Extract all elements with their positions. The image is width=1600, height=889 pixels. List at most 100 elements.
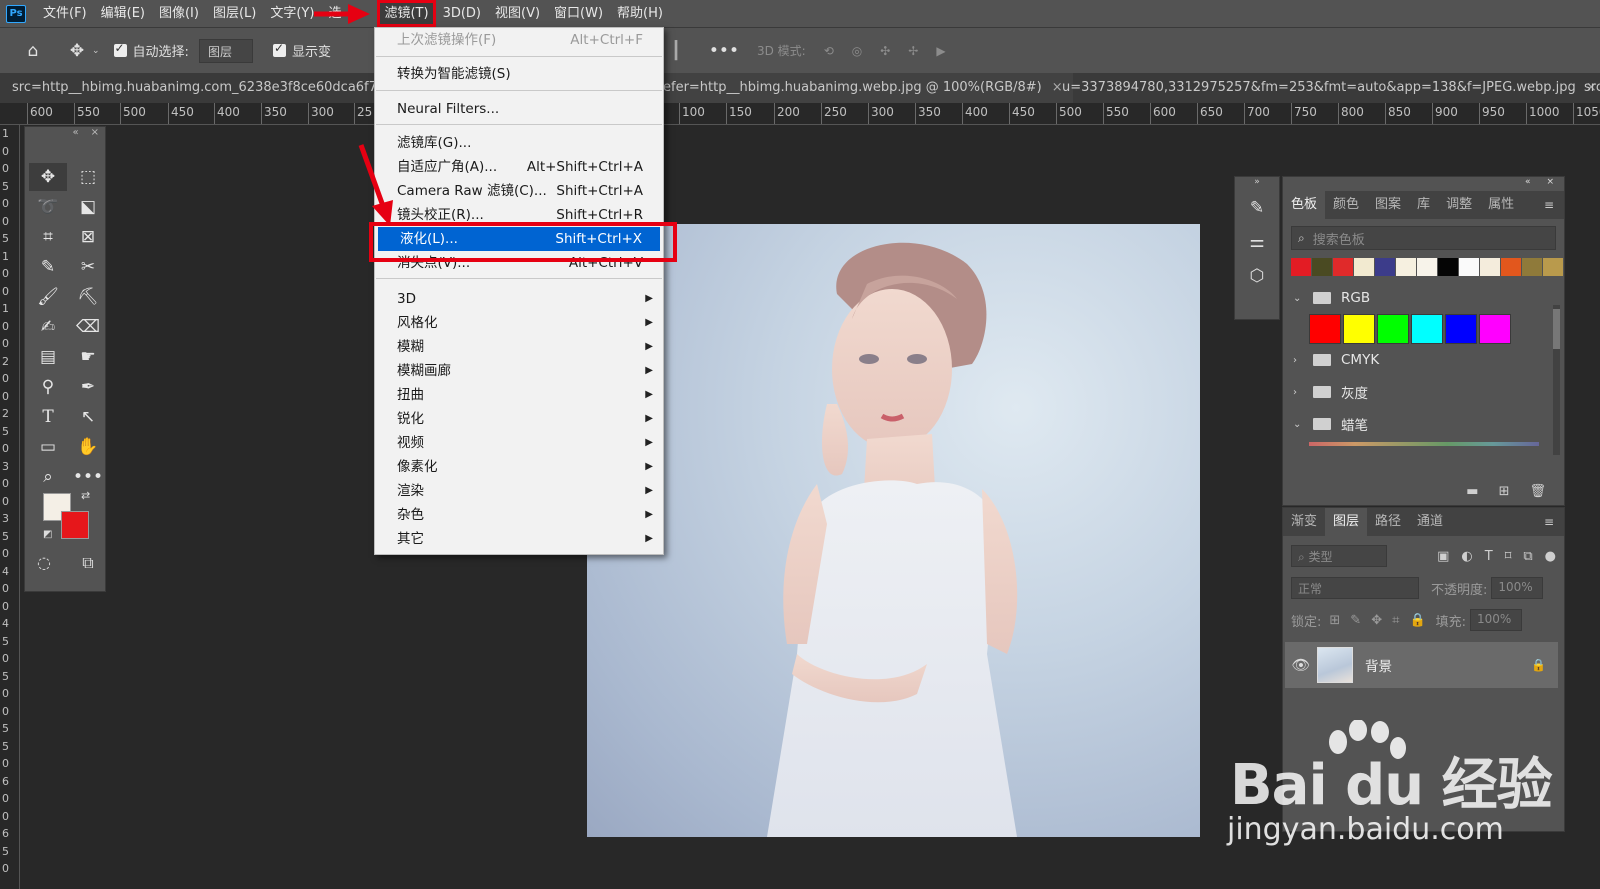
doc-tab-1[interactable]: src=http__hbimg.huabanimg.com_6238e3f8ce… — [2, 73, 404, 103]
move-tool-preset-icon[interactable]: ✥ — [62, 36, 92, 66]
pixel-filter-icon[interactable]: ▣ — [1437, 549, 1449, 564]
menu-help[interactable]: 帮助(H) — [610, 0, 670, 27]
3d-pan-icon[interactable]: ✣ — [880, 44, 890, 58]
menu-select[interactable]: 选 — [321, 0, 377, 27]
chevron-down-icon[interactable]: ⌄ — [1293, 419, 1307, 430]
doc-tab-2[interactable]: efer=http__hbimg.huabanimg.webp.jpg @ 10… — [653, 73, 1073, 103]
menu-item-other[interactable]: 其它 ▶ — [375, 527, 663, 551]
brush-settings-icon[interactable]: ✎ — [1235, 191, 1279, 225]
frame-tool-icon[interactable]: ⊠ — [69, 223, 107, 251]
auto-select-checkbox[interactable] — [113, 41, 127, 57]
menu-item-stylize[interactable]: 风格化 ▶ — [375, 311, 663, 335]
swatch-group-cmyk[interactable]: › CMYK — [1283, 344, 1564, 376]
menu-item-blur-gallery[interactable]: 模糊画廊 ▶ — [375, 359, 663, 383]
menu-item-noise[interactable]: 杂色 ▶ — [375, 503, 663, 527]
3d-orbit-icon[interactable]: ⟲ — [824, 44, 834, 58]
collapse-icon[interactable]: « — [1525, 177, 1531, 191]
lasso-tool-icon[interactable]: ➰ — [29, 193, 67, 221]
swatch-search-input[interactable]: ⌕ 搜索色板 — [1291, 226, 1556, 250]
layer-kind-filter[interactable]: ⌕ 类型 — [1291, 545, 1387, 567]
color-swatch[interactable] — [1375, 258, 1395, 276]
show-transform-checkbox[interactable] — [272, 41, 286, 57]
menu-item-distort[interactable]: 扭曲 ▶ — [375, 383, 663, 407]
move-tool-icon[interactable]: ✥ — [29, 163, 67, 191]
menu-item-convert-smart-filter[interactable]: 转换为智能滤镜(S) — [375, 62, 663, 86]
color-swatch[interactable] — [1543, 258, 1563, 276]
color-swatch[interactable] — [1438, 258, 1458, 276]
swatch-group-rgb[interactable]: ⌄ RGB — [1283, 282, 1564, 314]
menu-item-adaptive-wide-angle[interactable]: 自适应广角(A)... Alt+Shift+Ctrl+A — [375, 155, 663, 179]
eyedropper-tool-icon[interactable]: ✎ — [29, 253, 67, 281]
history-brush-icon[interactable]: ✍ — [29, 313, 67, 341]
tab-paths[interactable]: 路径 — [1367, 508, 1409, 536]
lock-pixels-icon[interactable]: ✎ — [1350, 613, 1361, 628]
menu-view[interactable]: 视图(V) — [488, 0, 547, 27]
3d-slide-icon[interactable]: ✢ — [908, 44, 918, 58]
healing-tool-icon[interactable]: ✂ — [69, 253, 107, 281]
stamp-tool-icon[interactable]: ⛏ — [69, 283, 107, 311]
background-color-swatch[interactable] — [61, 511, 89, 539]
swatch-group-grayscale[interactable]: › 灰度 — [1283, 376, 1564, 408]
smart-object-filter-icon[interactable]: ⧉ — [1523, 549, 1532, 564]
tab-channels[interactable]: 通道 — [1409, 508, 1451, 536]
menu-layer[interactable]: 图层(L) — [206, 0, 263, 27]
blend-mode-dropdown[interactable]: 正常 — [1291, 577, 1419, 599]
align-icon[interactable]: ┃ — [661, 36, 691, 66]
color-swatch[interactable] — [1522, 258, 1542, 276]
gradient-tool-icon[interactable]: ▤ — [29, 343, 67, 371]
quick-mask-icon[interactable]: ◌ — [29, 553, 59, 573]
shape-filter-icon[interactable]: ⌑ — [1505, 549, 1512, 564]
type-tool-icon[interactable]: T — [29, 403, 67, 431]
color-swatch[interactable] — [1309, 314, 1341, 344]
filter-toggle-icon[interactable]: ● — [1545, 549, 1556, 564]
trash-icon[interactable]: 🗑 — [1529, 484, 1546, 499]
color-swatch[interactable] — [1291, 258, 1311, 276]
doc-tab-4[interactable]: src — [1574, 73, 1600, 103]
panel-menu-icon[interactable]: ≡ — [1544, 515, 1564, 529]
adjustment-filter-icon[interactable]: ◐ — [1461, 549, 1472, 564]
menu-file[interactable]: 文件(F) — [36, 0, 94, 27]
auto-select-target-dropdown[interactable]: 图层 — [198, 38, 253, 63]
scrollbar[interactable] — [1553, 305, 1560, 455]
menu-item-filter-gallery[interactable]: 滤镜库(G)... — [375, 131, 663, 155]
color-swatch[interactable] — [1333, 258, 1353, 276]
document-canvas-image[interactable] — [587, 224, 1200, 837]
tab-adjustments[interactable]: 调整 — [1438, 191, 1480, 219]
lock-artboard-icon[interactable]: ⌗ — [1392, 613, 1399, 628]
color-swatch[interactable] — [1479, 314, 1511, 344]
menu-type[interactable]: 文字(Y) — [263, 0, 321, 27]
adjustments-icon[interactable]: ⚌ — [1235, 225, 1279, 259]
doc-tab-3[interactable]: u=3373894780,3312975257&fm=253&fmt=auto&… — [1052, 73, 1600, 103]
collapse-icon[interactable]: « — [72, 127, 78, 141]
color-swatch[interactable] — [1459, 258, 1479, 276]
tab-libraries[interactable]: 库 — [1409, 191, 1438, 219]
type-filter-icon[interactable]: T — [1485, 549, 1493, 564]
swap-colors-icon[interactable]: ⇄ — [81, 489, 90, 502]
tab-properties[interactable]: 属性 — [1480, 191, 1522, 219]
pen-tool-icon[interactable]: ✒ — [69, 373, 107, 401]
3d-cube-icon[interactable]: ⬡ — [1235, 259, 1279, 293]
menu-item-sharpen[interactable]: 锐化 ▶ — [375, 407, 663, 431]
hand-tool-icon[interactable]: ✋ — [69, 433, 107, 461]
color-swatch[interactable] — [1312, 258, 1332, 276]
menu-item-camera-raw[interactable]: Camera Raw 滤镜(C)... Shift+Ctrl+A — [375, 179, 663, 203]
menu-item-neural-filters[interactable]: Neural Filters... — [375, 97, 663, 121]
layer-row-background[interactable]: 👁 背景 🔒 — [1285, 642, 1558, 688]
menu-edit[interactable]: 编辑(E) — [94, 0, 152, 27]
close-icon[interactable]: × — [91, 127, 99, 141]
color-swatch[interactable] — [1480, 258, 1500, 276]
color-swatch[interactable] — [1417, 258, 1437, 276]
photoshop-logo-icon[interactable]: Ps — [6, 4, 26, 23]
color-swatch[interactable] — [1411, 314, 1443, 344]
object-select-tool-icon[interactable]: ⬕ — [69, 193, 107, 221]
eye-icon[interactable]: 👁 — [1285, 656, 1317, 674]
menu-item-3d[interactable]: 3D ▶ — [375, 287, 663, 311]
color-swatch[interactable] — [1445, 314, 1477, 344]
brush-tool-icon[interactable]: 🖌 — [29, 283, 67, 311]
color-swatch[interactable] — [1501, 258, 1521, 276]
fill-input[interactable]: 100% — [1470, 609, 1523, 631]
close-icon[interactable]: × — [1546, 177, 1554, 191]
smudge-tool-icon[interactable]: ☛ — [69, 343, 107, 371]
menu-image[interactable]: 图像(I) — [152, 0, 206, 27]
screen-mode-icon[interactable]: ⧉ — [73, 553, 103, 573]
